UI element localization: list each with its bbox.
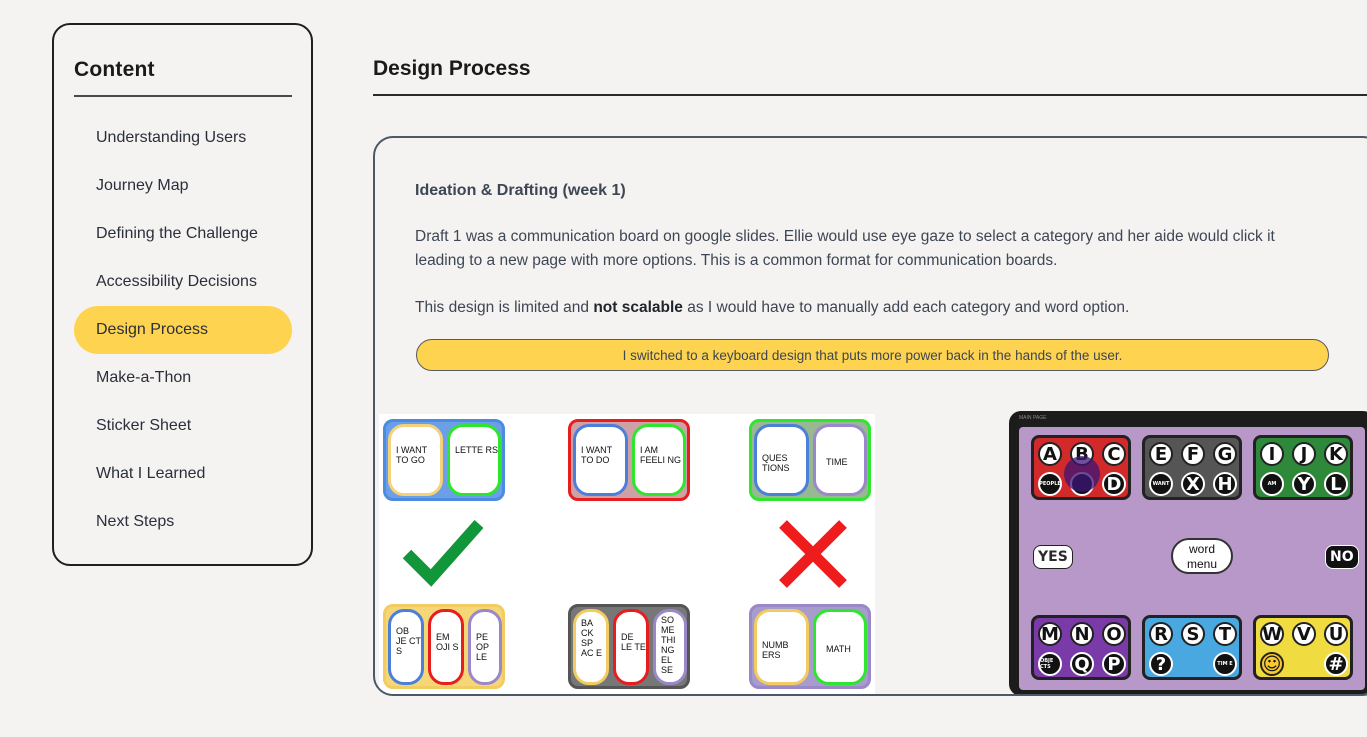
keyboard-page-label: MAIN PAGE bbox=[1019, 415, 1047, 421]
letter-key: D bbox=[1102, 472, 1126, 496]
section-divider bbox=[373, 94, 1367, 96]
no-key: NO bbox=[1325, 545, 1359, 569]
sidebar-title: Content bbox=[74, 58, 155, 81]
sidebar-divider bbox=[74, 95, 292, 97]
letter-key: C bbox=[1102, 442, 1126, 466]
word-key: AM bbox=[1260, 472, 1284, 496]
board-pill: I WANT TO DO bbox=[573, 424, 628, 496]
letter-key: L bbox=[1324, 472, 1348, 496]
board-pill: QUES TIONS bbox=[754, 424, 809, 496]
word-key: OBJE CTS bbox=[1038, 652, 1062, 676]
paragraph-emphasis: not scalable bbox=[593, 299, 683, 316]
letter-key: N bbox=[1070, 622, 1094, 646]
word-key: WANT bbox=[1149, 472, 1173, 496]
sidebar-item-sticker-sheet[interactable]: Sticker Sheet bbox=[74, 402, 292, 450]
letter-key: I bbox=[1260, 442, 1284, 466]
board-tile: OB JE CT S EM OJI S PE OP LE bbox=[383, 604, 505, 689]
letter-key: M bbox=[1038, 622, 1062, 646]
board-pill: I AM FEELI NG bbox=[632, 424, 686, 496]
letter-key: T bbox=[1213, 622, 1237, 646]
letter-key: H bbox=[1213, 472, 1237, 496]
cross-icon bbox=[779, 520, 847, 588]
content-sidebar: Content Understanding Users Journey Map … bbox=[52, 23, 313, 566]
letter-key: O bbox=[1102, 622, 1126, 646]
sidebar-item-what-i-learned[interactable]: What I Learned bbox=[74, 450, 292, 498]
sidebar-item-design-process[interactable]: Design Process bbox=[74, 306, 292, 354]
check-icon bbox=[403, 520, 483, 587]
sidebar-item-defining-the-challenge[interactable]: Defining the Challenge bbox=[74, 210, 292, 258]
key-group: E F G WANT X H bbox=[1142, 435, 1242, 500]
emoji-key: ☺ bbox=[1260, 652, 1284, 676]
board-tile: BA CK SP AC E DE LE TE SO ME THI NG EL S… bbox=[568, 604, 690, 689]
card-paragraph-draft1: Draft 1 was a communication board on goo… bbox=[415, 228, 1275, 269]
board-pill: I WANT TO GO bbox=[388, 424, 443, 496]
letter-key: S bbox=[1181, 622, 1205, 646]
word-key: TIM E bbox=[1213, 652, 1237, 676]
letter-key: A bbox=[1038, 442, 1062, 466]
sidebar-item-understanding-users[interactable]: Understanding Users bbox=[74, 114, 292, 162]
board-pill: DE LE TE bbox=[613, 609, 649, 685]
word-key: PEOPLE bbox=[1038, 472, 1062, 496]
key-group: A B C PEOPLE D bbox=[1031, 435, 1131, 500]
letter-key: F bbox=[1181, 442, 1205, 466]
section-title: Design Process bbox=[373, 57, 531, 80]
letter-key: W bbox=[1260, 622, 1284, 646]
letter-key: X bbox=[1181, 472, 1205, 496]
sidebar-item-next-steps[interactable]: Next Steps bbox=[74, 498, 292, 546]
board-pill: SO ME THI NG EL SE bbox=[653, 609, 687, 685]
board-pill: OB JE CT S bbox=[388, 609, 424, 685]
letter-key: G bbox=[1213, 442, 1237, 466]
key-group: M N O OBJE CTS Q P bbox=[1031, 615, 1131, 680]
draft1-board-image: I WANT TO GO LETTE RS I WANT TO DO I AM … bbox=[379, 414, 875, 694]
paragraph-text: as I would have to manually add each cat… bbox=[682, 299, 1130, 316]
letter-key: R bbox=[1149, 622, 1173, 646]
key-group: W V U ☺ # bbox=[1253, 615, 1353, 680]
board-pill: NUMB ERS bbox=[754, 609, 809, 685]
board-pill: TIME bbox=[813, 424, 867, 496]
letter-key: U bbox=[1324, 622, 1348, 646]
yes-key: YES bbox=[1033, 545, 1073, 569]
keyboard-board: A B C PEOPLE D E F G WANT X H I J K AM Y… bbox=[1019, 427, 1365, 690]
sidebar-item-journey-map[interactable]: Journey Map bbox=[74, 162, 292, 210]
word-key: ? bbox=[1149, 652, 1173, 676]
letter-key: E bbox=[1149, 442, 1173, 466]
board-tile: I WANT TO DO I AM FEELI NG bbox=[568, 419, 690, 501]
letter-key: J bbox=[1292, 442, 1316, 466]
number-key: # bbox=[1324, 652, 1348, 676]
board-pill: LETTE RS bbox=[447, 424, 501, 496]
board-tile: I WANT TO GO LETTE RS bbox=[383, 419, 505, 501]
card-heading: Ideation & Drafting (week 1) bbox=[415, 182, 626, 199]
callout-banner: I switched to a keyboard design that put… bbox=[416, 339, 1329, 371]
sidebar-item-make-a-thon[interactable]: Make-a-Thon bbox=[74, 354, 292, 402]
sidebar-nav: Understanding Users Journey Map Defining… bbox=[74, 114, 292, 546]
board-tile: NUMB ERS MATH bbox=[749, 604, 871, 689]
letter-key: K bbox=[1324, 442, 1348, 466]
board-pill: PE OP LE bbox=[468, 609, 502, 685]
board-tile: QUES TIONS TIME bbox=[749, 419, 871, 501]
paragraph-text: This design is limited and bbox=[415, 299, 594, 316]
board-pill: MATH bbox=[813, 609, 867, 685]
letter-key: P bbox=[1102, 652, 1126, 676]
gaze-cursor bbox=[1064, 456, 1100, 492]
board-pill: EM OJI S bbox=[428, 609, 464, 685]
card-paragraph-scalability: This design is limited and not scalable … bbox=[415, 296, 1325, 320]
letter-key: Y bbox=[1292, 472, 1316, 496]
sidebar-item-accessibility-decisions[interactable]: Accessibility Decisions bbox=[74, 258, 292, 306]
letter-key: Q bbox=[1070, 652, 1094, 676]
board-pill: BA CK SP AC E bbox=[573, 609, 609, 685]
letter-key: V bbox=[1292, 622, 1316, 646]
key-group: I J K AM Y L bbox=[1253, 435, 1353, 500]
word-menu-key: word menu bbox=[1171, 538, 1233, 574]
key-group: R S T ? TIM E bbox=[1142, 615, 1242, 680]
keyboard-design-image: MAIN PAGE A B C PEOPLE D E F G WANT X H bbox=[1009, 411, 1367, 694]
design-process-card: Ideation & Drafting (week 1) Draft 1 was… bbox=[373, 136, 1367, 696]
